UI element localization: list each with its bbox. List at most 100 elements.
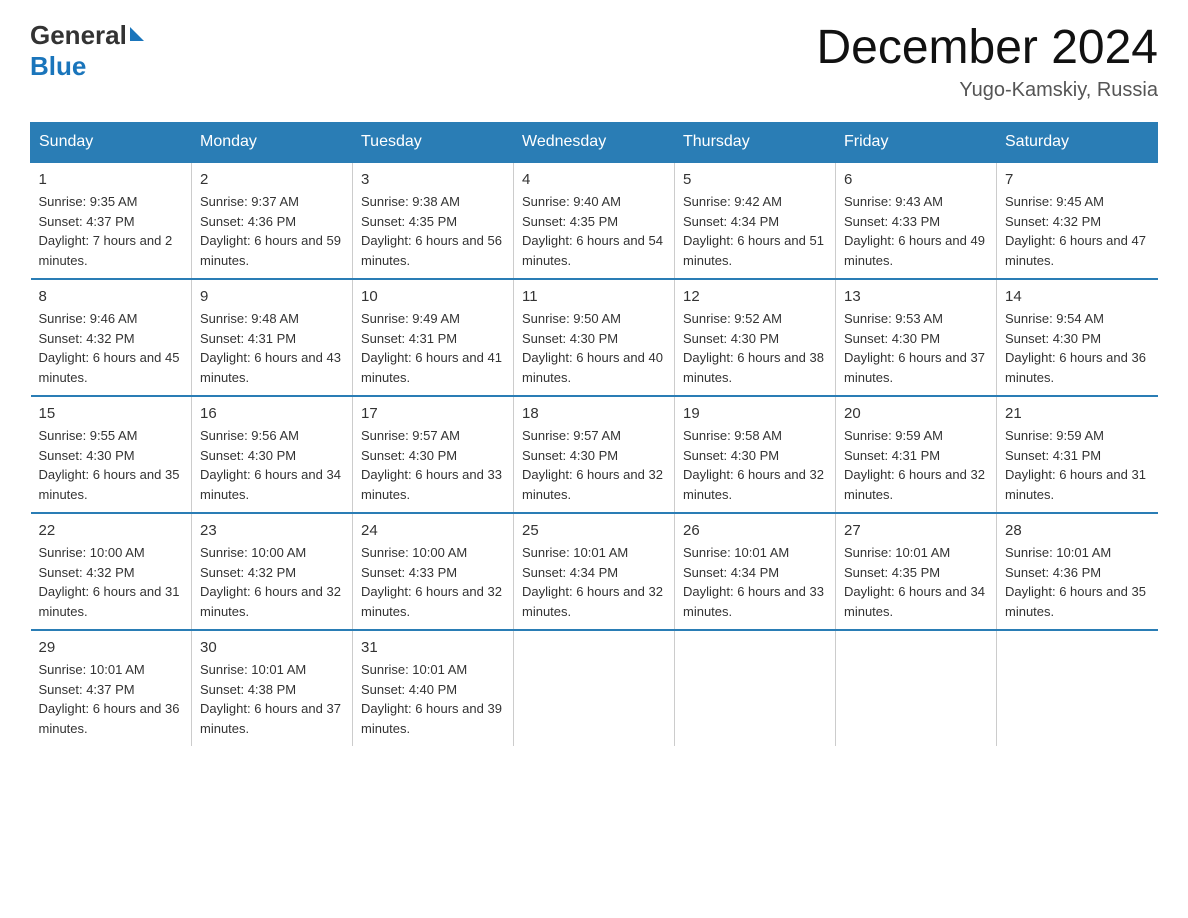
calendar-table: SundayMondayTuesdayWednesdayThursdayFrid… <box>30 122 1158 746</box>
week-row-3: 15 Sunrise: 9:55 AM Sunset: 4:30 PM Dayl… <box>31 396 1158 513</box>
day-info: Sunrise: 10:01 AM Sunset: 4:34 PM Daylig… <box>683 543 827 621</box>
calendar-cell: 21 Sunrise: 9:59 AM Sunset: 4:31 PM Dayl… <box>997 396 1158 513</box>
logo-general-text: General <box>30 20 127 51</box>
day-number: 2 <box>200 171 344 188</box>
day-info: Sunrise: 9:42 AM Sunset: 4:34 PM Dayligh… <box>683 192 827 270</box>
day-info: Sunrise: 10:01 AM Sunset: 4:36 PM Daylig… <box>1005 543 1150 621</box>
day-number: 29 <box>39 639 184 656</box>
weekday-header-wednesday: Wednesday <box>514 123 675 163</box>
day-info: Sunrise: 9:45 AM Sunset: 4:32 PM Dayligh… <box>1005 192 1150 270</box>
calendar-cell: 30 Sunrise: 10:01 AM Sunset: 4:38 PM Day… <box>192 630 353 746</box>
calendar-cell: 12 Sunrise: 9:52 AM Sunset: 4:30 PM Dayl… <box>675 279 836 396</box>
day-number: 22 <box>39 522 184 539</box>
day-info: Sunrise: 10:00 AM Sunset: 4:33 PM Daylig… <box>361 543 505 621</box>
day-info: Sunrise: 9:46 AM Sunset: 4:32 PM Dayligh… <box>39 309 184 387</box>
calendar-cell: 11 Sunrise: 9:50 AM Sunset: 4:30 PM Dayl… <box>514 279 675 396</box>
calendar-cell: 19 Sunrise: 9:58 AM Sunset: 4:30 PM Dayl… <box>675 396 836 513</box>
calendar-cell: 16 Sunrise: 9:56 AM Sunset: 4:30 PM Dayl… <box>192 396 353 513</box>
weekday-header-row: SundayMondayTuesdayWednesdayThursdayFrid… <box>31 123 1158 163</box>
day-number: 6 <box>844 171 988 188</box>
calendar-cell: 3 Sunrise: 9:38 AM Sunset: 4:35 PM Dayli… <box>353 162 514 279</box>
calendar-cell <box>675 630 836 746</box>
day-number: 27 <box>844 522 988 539</box>
day-number: 3 <box>361 171 505 188</box>
day-info: Sunrise: 10:01 AM Sunset: 4:35 PM Daylig… <box>844 543 988 621</box>
day-number: 26 <box>683 522 827 539</box>
day-info: Sunrise: 9:52 AM Sunset: 4:30 PM Dayligh… <box>683 309 827 387</box>
day-info: Sunrise: 10:01 AM Sunset: 4:34 PM Daylig… <box>522 543 666 621</box>
calendar-cell: 1 Sunrise: 9:35 AM Sunset: 4:37 PM Dayli… <box>31 162 192 279</box>
day-info: Sunrise: 9:38 AM Sunset: 4:35 PM Dayligh… <box>361 192 505 270</box>
calendar-cell: 25 Sunrise: 10:01 AM Sunset: 4:34 PM Day… <box>514 513 675 630</box>
weekday-header-thursday: Thursday <box>675 123 836 163</box>
calendar-cell: 24 Sunrise: 10:00 AM Sunset: 4:33 PM Day… <box>353 513 514 630</box>
calendar-cell: 15 Sunrise: 9:55 AM Sunset: 4:30 PM Dayl… <box>31 396 192 513</box>
calendar-cell: 23 Sunrise: 10:00 AM Sunset: 4:32 PM Day… <box>192 513 353 630</box>
day-number: 23 <box>200 522 344 539</box>
calendar-body: 1 Sunrise: 9:35 AM Sunset: 4:37 PM Dayli… <box>31 162 1158 746</box>
title-section: December 2024 Yugo-Kamskiy, Russia <box>816 20 1158 102</box>
calendar-cell: 14 Sunrise: 9:54 AM Sunset: 4:30 PM Dayl… <box>997 279 1158 396</box>
week-row-5: 29 Sunrise: 10:01 AM Sunset: 4:37 PM Day… <box>31 630 1158 746</box>
week-row-1: 1 Sunrise: 9:35 AM Sunset: 4:37 PM Dayli… <box>31 162 1158 279</box>
day-number: 25 <box>522 522 666 539</box>
day-info: Sunrise: 9:35 AM Sunset: 4:37 PM Dayligh… <box>39 192 184 270</box>
day-info: Sunrise: 9:54 AM Sunset: 4:30 PM Dayligh… <box>1005 309 1150 387</box>
week-row-4: 22 Sunrise: 10:00 AM Sunset: 4:32 PM Day… <box>31 513 1158 630</box>
day-number: 1 <box>39 171 184 188</box>
day-number: 28 <box>1005 522 1150 539</box>
page-header: General Blue December 2024 Yugo-Kamskiy,… <box>30 20 1158 102</box>
day-number: 11 <box>522 288 666 305</box>
day-info: Sunrise: 10:01 AM Sunset: 4:38 PM Daylig… <box>200 660 344 738</box>
calendar-cell: 10 Sunrise: 9:49 AM Sunset: 4:31 PM Dayl… <box>353 279 514 396</box>
day-info: Sunrise: 10:01 AM Sunset: 4:37 PM Daylig… <box>39 660 184 738</box>
day-info: Sunrise: 9:40 AM Sunset: 4:35 PM Dayligh… <box>522 192 666 270</box>
day-info: Sunrise: 9:55 AM Sunset: 4:30 PM Dayligh… <box>39 426 184 504</box>
day-number: 12 <box>683 288 827 305</box>
day-number: 13 <box>844 288 988 305</box>
calendar-cell: 20 Sunrise: 9:59 AM Sunset: 4:31 PM Dayl… <box>836 396 997 513</box>
day-number: 15 <box>39 405 184 422</box>
calendar-cell: 31 Sunrise: 10:01 AM Sunset: 4:40 PM Day… <box>353 630 514 746</box>
day-number: 19 <box>683 405 827 422</box>
day-info: Sunrise: 9:57 AM Sunset: 4:30 PM Dayligh… <box>361 426 505 504</box>
calendar-cell: 29 Sunrise: 10:01 AM Sunset: 4:37 PM Day… <box>31 630 192 746</box>
calendar-cell: 4 Sunrise: 9:40 AM Sunset: 4:35 PM Dayli… <box>514 162 675 279</box>
day-info: Sunrise: 10:00 AM Sunset: 4:32 PM Daylig… <box>39 543 184 621</box>
day-number: 10 <box>361 288 505 305</box>
day-info: Sunrise: 9:58 AM Sunset: 4:30 PM Dayligh… <box>683 426 827 504</box>
logo-general-line: General <box>30 20 144 51</box>
day-number: 16 <box>200 405 344 422</box>
day-number: 31 <box>361 639 505 656</box>
day-info: Sunrise: 9:50 AM Sunset: 4:30 PM Dayligh… <box>522 309 666 387</box>
day-number: 24 <box>361 522 505 539</box>
weekday-header-tuesday: Tuesday <box>353 123 514 163</box>
day-number: 30 <box>200 639 344 656</box>
day-number: 17 <box>361 405 505 422</box>
day-number: 20 <box>844 405 988 422</box>
day-info: Sunrise: 9:59 AM Sunset: 4:31 PM Dayligh… <box>844 426 988 504</box>
day-info: Sunrise: 9:57 AM Sunset: 4:30 PM Dayligh… <box>522 426 666 504</box>
calendar-cell: 27 Sunrise: 10:01 AM Sunset: 4:35 PM Day… <box>836 513 997 630</box>
calendar-header: SundayMondayTuesdayWednesdayThursdayFrid… <box>31 123 1158 163</box>
day-info: Sunrise: 9:59 AM Sunset: 4:31 PM Dayligh… <box>1005 426 1150 504</box>
day-info: Sunrise: 9:53 AM Sunset: 4:30 PM Dayligh… <box>844 309 988 387</box>
calendar-cell: 26 Sunrise: 10:01 AM Sunset: 4:34 PM Day… <box>675 513 836 630</box>
calendar-cell <box>836 630 997 746</box>
calendar-cell <box>514 630 675 746</box>
day-info: Sunrise: 9:48 AM Sunset: 4:31 PM Dayligh… <box>200 309 344 387</box>
calendar-cell: 17 Sunrise: 9:57 AM Sunset: 4:30 PM Dayl… <box>353 396 514 513</box>
day-number: 9 <box>200 288 344 305</box>
calendar-cell: 7 Sunrise: 9:45 AM Sunset: 4:32 PM Dayli… <box>997 162 1158 279</box>
day-number: 7 <box>1005 171 1150 188</box>
day-number: 8 <box>39 288 184 305</box>
day-number: 4 <box>522 171 666 188</box>
day-info: Sunrise: 9:49 AM Sunset: 4:31 PM Dayligh… <box>361 309 505 387</box>
calendar-cell: 2 Sunrise: 9:37 AM Sunset: 4:36 PM Dayli… <box>192 162 353 279</box>
location-text: Yugo-Kamskiy, Russia <box>816 79 1158 102</box>
weekday-header-sunday: Sunday <box>31 123 192 163</box>
logo-blue-text: Blue <box>30 51 86 82</box>
week-row-2: 8 Sunrise: 9:46 AM Sunset: 4:32 PM Dayli… <box>31 279 1158 396</box>
day-info: Sunrise: 10:00 AM Sunset: 4:32 PM Daylig… <box>200 543 344 621</box>
weekday-header-friday: Friday <box>836 123 997 163</box>
